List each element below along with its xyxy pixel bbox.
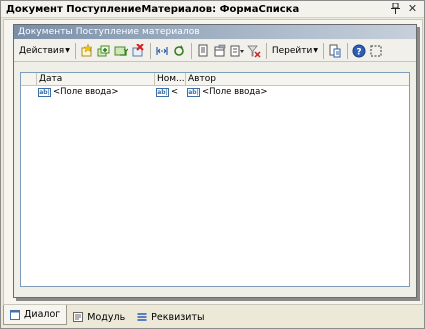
designer-window: Документ ПоступлениеМатериалов: ФормаСпи… xyxy=(0,0,425,329)
designer-tabs: Диалог Модуль Реквизиты xyxy=(3,305,423,328)
chevron-down-icon: ▼ xyxy=(65,47,70,54)
filter-dropdown-icon[interactable] xyxy=(229,42,246,60)
fullscreen-icon[interactable] xyxy=(368,42,385,60)
form-design-area: Документы Поступление материалов Действи… xyxy=(3,19,423,305)
cell-number[interactable]: ab| < xyxy=(156,87,185,98)
toolbar-separator xyxy=(265,42,267,59)
toolbar-separator xyxy=(190,42,192,59)
form-title: Документы Поступление материалов xyxy=(14,25,416,39)
cell-author-text: <Поле ввода> xyxy=(202,87,268,97)
row-marker-header xyxy=(21,73,37,86)
structure-icon[interactable] xyxy=(327,42,344,60)
table-header: Дата Ном... Автор xyxy=(21,73,409,86)
module-icon xyxy=(73,312,84,322)
tab-attributes-label: Реквизиты xyxy=(151,311,205,323)
dialog-icon xyxy=(10,309,20,320)
set-interval-icon[interactable] xyxy=(154,42,171,60)
filter-icon[interactable] xyxy=(212,42,229,60)
cell-date-text: <Поле ввода> xyxy=(53,87,119,97)
close-icon[interactable]: ✕ xyxy=(407,3,418,15)
toolbar-separator xyxy=(322,42,324,59)
copy-icon[interactable] xyxy=(195,42,212,60)
list-form: Документы Поступление материалов Действи… xyxy=(13,24,417,298)
tab-attributes[interactable]: Реквизиты xyxy=(131,308,210,326)
add-copy-icon[interactable] xyxy=(96,42,113,60)
help-icon[interactable]: ? xyxy=(351,42,368,60)
input-field-icon: ab| xyxy=(187,88,200,97)
goto-label: Перейти xyxy=(271,45,313,56)
tab-dialog-label: Диалог xyxy=(24,309,61,320)
delete-icon[interactable] xyxy=(130,42,147,60)
cell-number-text: < xyxy=(171,87,179,97)
chevron-down-icon: ▼ xyxy=(313,47,318,54)
window-titlebar: Документ ПоступлениеМатериалов: ФормаСпи… xyxy=(1,1,424,18)
refresh-icon[interactable] xyxy=(171,42,188,60)
help-glyph: ? xyxy=(357,47,362,57)
add-folder-icon[interactable] xyxy=(113,42,130,60)
cell-author[interactable]: ab| <Поле ввода> xyxy=(187,87,271,98)
tab-dialog[interactable]: Диалог xyxy=(3,305,68,325)
input-field-icon: ab| xyxy=(38,88,51,97)
actions-label: Действия xyxy=(19,45,65,56)
cell-date[interactable]: ab| <Поле ввода> xyxy=(38,87,154,98)
form-toolbar: Действия ▼ Перейти ▼ ? xyxy=(14,40,416,62)
documents-table[interactable]: Дата Ном... Автор ab| <Поле ввода> ab| < xyxy=(20,72,410,287)
attributes-icon xyxy=(137,312,147,322)
row-marker xyxy=(23,87,35,98)
window-title: Документ ПоступлениеМатериалов: ФормаСпи… xyxy=(6,3,300,15)
toolbar-separator xyxy=(74,42,76,59)
tab-module[interactable]: Модуль xyxy=(67,308,131,326)
clear-filter-icon[interactable] xyxy=(246,42,263,60)
pin-icon[interactable] xyxy=(390,2,401,15)
table-row[interactable]: ab| <Поле ввода> ab| < ab| <Поле ввода> xyxy=(21,86,409,99)
toolbar-separator xyxy=(149,42,151,59)
column-header-date[interactable]: Дата xyxy=(37,73,155,86)
column-header-author[interactable]: Автор xyxy=(186,73,270,86)
tab-module-label: Модуль xyxy=(87,311,126,323)
add-icon[interactable] xyxy=(79,42,96,60)
input-field-icon: ab| xyxy=(156,88,169,97)
goto-menu-button[interactable]: Перейти ▼ xyxy=(270,42,320,60)
toolbar-separator xyxy=(346,42,348,59)
actions-menu-button[interactable]: Действия ▼ xyxy=(17,42,72,60)
column-header-number[interactable]: Ном... xyxy=(155,73,186,86)
